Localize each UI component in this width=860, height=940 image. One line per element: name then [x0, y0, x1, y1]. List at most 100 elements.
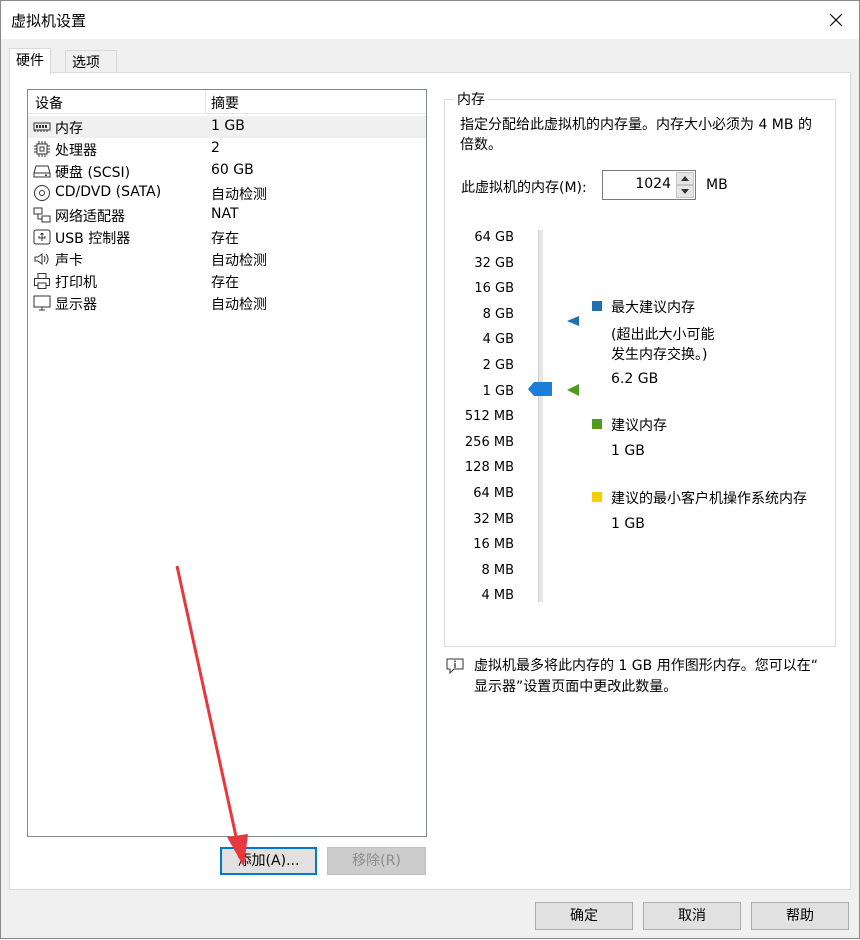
device-row-cdrom[interactable]: CD/DVD (SATA) 自动检测 — [28, 182, 426, 204]
min-guest-title: 建议的最小客户机操作系统内存 — [611, 491, 807, 507]
device-row-usb[interactable]: USB 控制器 存在 — [28, 226, 426, 248]
memory-unit: MB — [706, 177, 728, 193]
memory-group-title: 内存 — [454, 89, 488, 109]
max-recommended-value: 6.2 GB — [611, 371, 659, 387]
memory-scale-label: 4 GB — [482, 332, 514, 348]
harddisk-icon — [33, 165, 51, 178]
device-row-sound[interactable]: 声卡 自动检测 — [28, 248, 426, 270]
device-name: 网络适配器 — [55, 209, 125, 225]
max-recommended-title: 最大建议内存 — [611, 300, 695, 316]
memory-slider-thumb[interactable] — [528, 382, 552, 396]
device-name: 硬盘 (SCSI) — [55, 165, 131, 181]
device-row-network[interactable]: 网络适配器 NAT — [28, 204, 426, 226]
memory-description: 指定分配给此虚拟机的内存量。内存大小必须为 4 MB 的倍数。 — [460, 117, 812, 153]
arrow-down-icon — [681, 189, 689, 194]
device-name: 声卡 — [55, 253, 83, 269]
processor-icon — [34, 141, 50, 157]
cdrom-icon — [34, 185, 50, 201]
memory-scale-label: 8 MB — [481, 562, 514, 578]
memory-icon — [33, 122, 51, 132]
recommended-value: 1 GB — [611, 443, 645, 459]
close-button[interactable] — [813, 1, 859, 39]
device-name: CD/DVD (SATA) — [55, 184, 162, 200]
recommended-swatch — [592, 419, 602, 429]
memory-scale-label: 32 MB — [473, 511, 514, 527]
memory-scale-label: 2 GB — [482, 358, 514, 373]
ok-button[interactable]: 确定 — [535, 902, 633, 930]
spinner-down-button[interactable] — [676, 185, 694, 198]
max-recommended-swatch — [592, 301, 602, 311]
spinner-up-button[interactable] — [676, 172, 694, 185]
cancel-button[interactable]: 取消 — [643, 902, 741, 930]
tab-hardware-label: 硬件 — [16, 53, 44, 69]
memory-size-spinner[interactable]: 1024 — [602, 170, 696, 200]
memory-size-label: 此虚拟机的内存(M): — [461, 180, 587, 196]
max-recommended-marker — [567, 316, 579, 326]
device-name: USB 控制器 — [55, 231, 131, 247]
memory-scale-label: 1 GB — [482, 383, 514, 399]
memory-scale-label: 16 MB — [473, 537, 514, 553]
device-name: 打印机 — [55, 275, 97, 291]
device-row-harddisk[interactable]: 硬盘 (SCSI) 60 GB — [28, 160, 426, 182]
title-bar: 虚拟机设置 — [1, 1, 859, 39]
max-recommended-note-1: (超出此大小可能 — [611, 327, 715, 343]
help-button[interactable]: 帮助 — [751, 902, 849, 930]
memory-scale-label: 64 GB — [474, 230, 514, 245]
memory-scale-label: 8 GB — [482, 306, 514, 322]
device-row-processor[interactable]: 处理器 2 — [28, 138, 426, 160]
memory-scale-label: 32 GB — [474, 255, 514, 271]
min-guest-swatch — [592, 492, 602, 502]
tab-bar: 硬件 选项 — [1, 39, 859, 74]
memory-scale-label: 16 GB — [474, 281, 514, 297]
device-summary: 自动检测 — [211, 187, 267, 203]
memory-scale-label: 256 MB — [464, 434, 514, 450]
max-recommended-note-2: 发生内存交换。) — [611, 347, 708, 363]
device-row-display[interactable]: 显示器 自动检测 — [28, 292, 426, 314]
device-summary: 存在 — [211, 275, 239, 291]
device-summary: 60 GB — [211, 162, 254, 178]
recommended-marker — [567, 384, 579, 396]
memory-scale-label: 64 MB — [473, 486, 514, 501]
tab-options-label: 选项 — [72, 55, 100, 71]
printer-icon — [34, 273, 50, 289]
graphics-memory-info: 虚拟机最多将此内存的 1 GB 用作图形内存。您可以在“ 显示器”设置页面中更改… — [474, 656, 844, 698]
tab-hardware[interactable]: 硬件 — [9, 48, 51, 74]
min-guest-value: 1 GB — [611, 516, 645, 532]
hardware-panel: 设备 摘要 内存 1 GB 处理器 2 硬盘 (SCSI) 60 GB CD/D… — [9, 72, 851, 890]
device-summary: 存在 — [211, 231, 239, 247]
device-summary: 自动检测 — [211, 253, 267, 269]
device-summary: 2 — [211, 140, 220, 156]
device-list[interactable]: 设备 摘要 内存 1 GB 处理器 2 硬盘 (SCSI) 60 GB CD/D… — [27, 89, 427, 837]
memory-scale-label: 512 MB — [464, 409, 514, 425]
info-line-2: 显示器”设置页面中更改此数量。 — [474, 679, 678, 695]
column-separator — [205, 90, 206, 114]
speaker-icon — [34, 253, 49, 265]
add-device-button[interactable]: 添加(A)... — [220, 847, 317, 875]
recommended-title: 建议内存 — [611, 418, 667, 434]
memory-slider-track[interactable] — [538, 230, 543, 602]
column-summary[interactable]: 摘要 — [211, 93, 239, 113]
device-summary: NAT — [211, 206, 239, 222]
info-icon — [446, 658, 464, 674]
column-device[interactable]: 设备 — [35, 93, 63, 113]
spinner-buttons — [676, 172, 694, 198]
network-icon — [33, 207, 51, 223]
device-row-memory[interactable]: 内存 1 GB — [28, 116, 426, 138]
device-list-header: 设备 摘要 — [28, 90, 426, 114]
info-line-1: 虚拟机最多将此内存的 1 GB 用作图形内存。您可以在“ — [474, 658, 818, 674]
device-row-printer[interactable]: 打印机 存在 — [28, 270, 426, 292]
vm-settings-dialog: 虚拟机设置 硬件 选项 设备 摘要 内存 1 GB 处理器 2 硬盘 (SCSI… — [0, 0, 860, 939]
arrow-up-icon — [681, 176, 689, 181]
device-name: 处理器 — [55, 143, 97, 159]
device-name: 内存 — [55, 121, 83, 137]
window-title: 虚拟机设置 — [11, 12, 87, 30]
remove-device-button[interactable]: 移除(R) — [327, 847, 426, 875]
tab-options[interactable]: 选项 — [65, 50, 117, 73]
memory-scale-label: 4 MB — [481, 588, 514, 604]
memory-size-value[interactable]: 1024 — [635, 176, 671, 192]
usb-icon — [33, 229, 51, 245]
monitor-icon — [33, 295, 51, 311]
device-summary: 1 GB — [211, 118, 245, 134]
device-name: 显示器 — [55, 297, 97, 313]
device-summary: 自动检测 — [211, 297, 267, 313]
